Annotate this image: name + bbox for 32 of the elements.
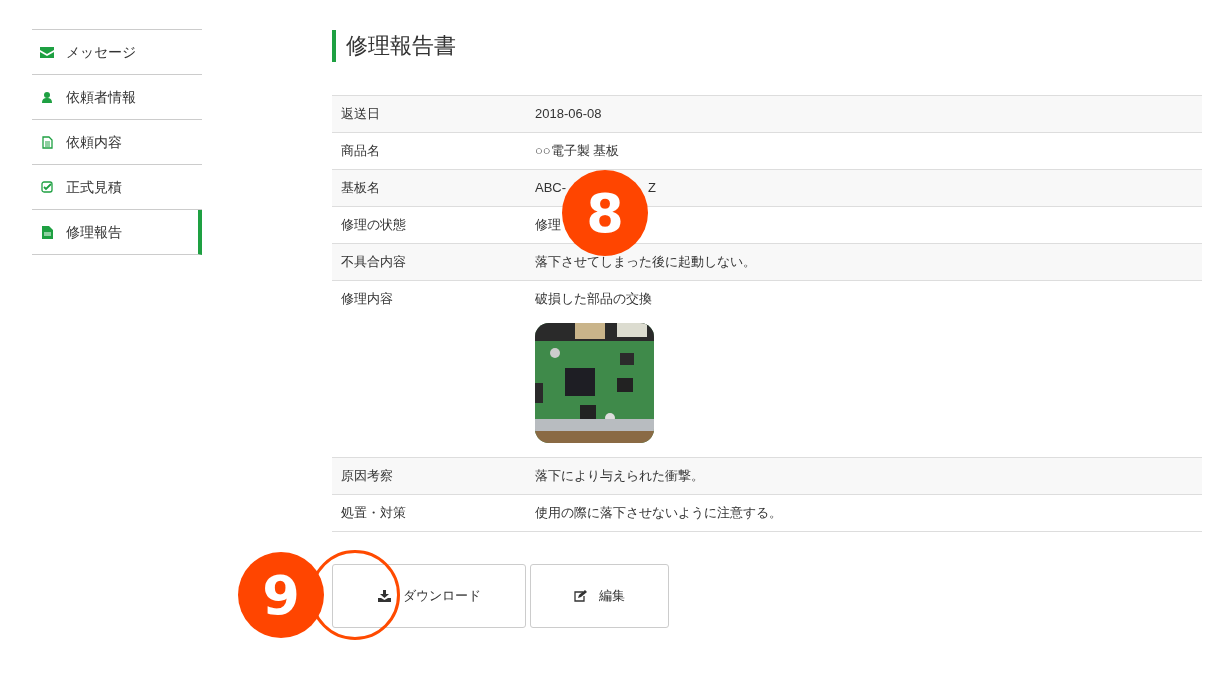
page-title: 修理報告書 — [332, 30, 1202, 62]
download-button[interactable]: ダウンロード — [332, 564, 526, 628]
document-icon — [41, 225, 53, 239]
envelope-icon — [40, 46, 54, 58]
table-cell-text: 基板名 — [340, 179, 381, 197]
sidebar-item[interactable]: メッセージ — [32, 30, 202, 75]
sidebar-item[interactable]: 修理報告 — [32, 210, 202, 255]
sidebar-item[interactable]: 依頼者情報 — [32, 75, 202, 120]
table-cell-text: 不具合内容 — [340, 253, 407, 271]
person-icon — [42, 91, 52, 103]
table-cell-text: 商品名 — [340, 142, 381, 160]
table-cell: 落下により与えられた衝撃。 — [535, 468, 704, 484]
table-cell-text: 処置・対策 — [340, 504, 407, 522]
edit-button[interactable]: 編集 — [530, 564, 669, 628]
table-cell-text: 返送日 — [340, 105, 381, 123]
table-cell: ○○電子製 基板 — [535, 143, 620, 159]
document-icon — [41, 135, 53, 149]
edit-icon — [574, 590, 587, 602]
table-cell: 使用の際に落下させないように注意する。 — [535, 505, 782, 521]
table-cell: Z — [648, 180, 656, 196]
table-cell: 2018-06-08 — [535, 106, 602, 122]
table-cell: 破損した部品の交換 — [535, 291, 652, 307]
table-cell-text: 修理内容 — [340, 290, 394, 308]
table-cell: 落下させてしまった後に起動しない。 — [535, 254, 756, 270]
step-marker: 9 — [238, 552, 324, 638]
table-cell-text: 修理の状態 — [340, 216, 407, 234]
table-cell: 修理 — [535, 217, 561, 233]
table-cell-text: 原因考察 — [340, 467, 394, 485]
download-icon — [377, 590, 391, 602]
checkbox-icon — [41, 181, 53, 193]
sidebar-item[interactable]: 依頼内容 — [32, 120, 202, 165]
sidebar-item[interactable]: 正式見積 — [32, 165, 202, 210]
